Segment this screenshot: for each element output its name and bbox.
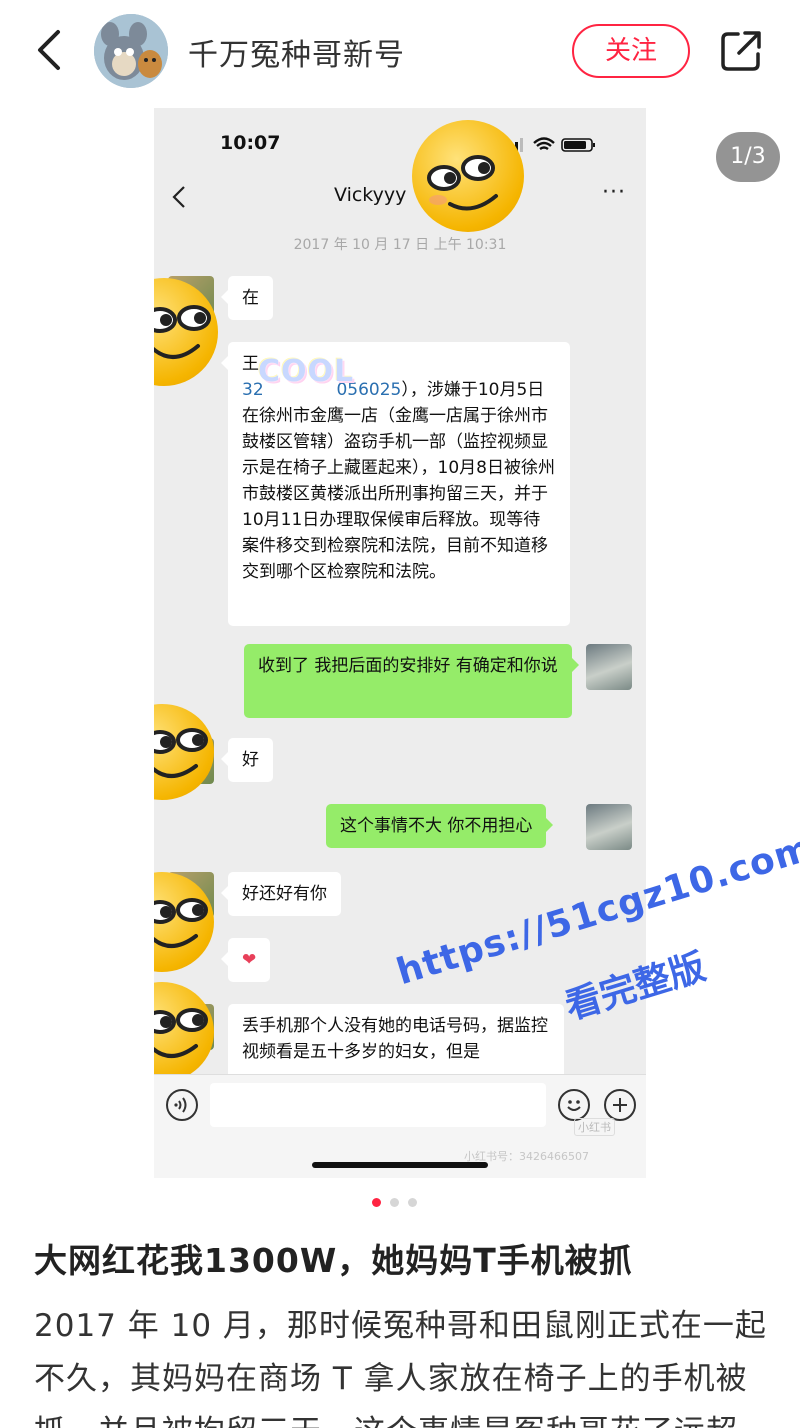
carousel-dot[interactable] [390,1198,399,1207]
author-avatar[interactable] [94,14,168,88]
xhs-watermark: 小红书 [574,1118,615,1136]
plus-icon [604,1089,636,1121]
chat-message: 收到了 我把后面的安排好 有确定和你说 [244,644,579,718]
emoji-icon [558,1089,590,1121]
emoji-sticker [412,120,524,232]
chat-title: Vickyyy [334,184,407,206]
emoji-sticker [154,278,218,386]
chat-back-icon [172,186,185,208]
status-time: 10:07 [220,132,281,154]
follow-button[interactable]: 关注 [572,24,690,78]
carousel-dot[interactable] [408,1198,417,1207]
emoji-sticker [154,872,214,972]
wifi-icon [533,137,555,150]
carousel-dots [370,1198,430,1208]
chat-date: 2017 年 10 月 17 日 上午 10:31 [293,237,507,253]
image-counter: 1/3 [716,132,780,182]
chat-message: ❤ [221,938,271,982]
emoji-sticker [154,982,214,1082]
chat-message: 好还好有你 [221,872,341,916]
cool-sticker: COOL [258,354,355,389]
post-title: 大网红花我1300W，她妈妈T手机被抓 [34,1241,633,1280]
post-body: 2017 年 10 月，那时候冤种哥和田鼠刚正式在一起不久，其妈妈在商场 T 拿… [34,1308,767,1428]
chat-text-input [210,1083,546,1127]
carousel-dot-active[interactable] [372,1198,381,1207]
note-header: 千万冤种哥新号 关注 [0,0,800,100]
chat-message: 在 [221,276,273,320]
chat-more-icon: ··· [602,180,626,205]
heart-icon: ❤ [242,950,257,970]
home-indicator [312,1162,488,1168]
user-avatar [586,804,632,850]
voice-icon [166,1089,198,1121]
chat-message: 好 [221,738,273,782]
share-icon[interactable] [718,28,764,74]
chat-message: 这个事情不大 你不用担心 [326,804,554,848]
author-name[interactable]: 千万冤种哥新号 [188,30,405,74]
emoji-sticker [154,704,214,800]
back-arrow-icon[interactable] [30,26,70,74]
user-avatar [586,644,632,690]
battery-icon [561,138,595,152]
